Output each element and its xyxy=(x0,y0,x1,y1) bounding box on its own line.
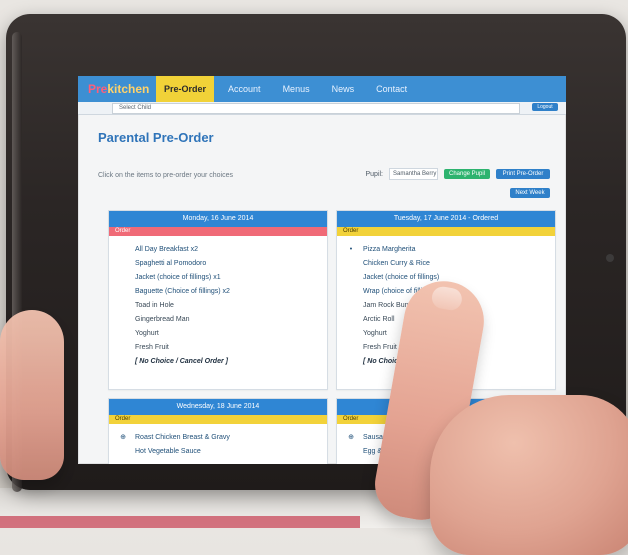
camera-dot xyxy=(606,254,614,262)
menu-items: ⊕ Roast Chicken Breast & Gravy Hot Vegeta… xyxy=(109,424,327,458)
change-pupil-button[interactable]: Change Pupil xyxy=(444,169,490,179)
page-title: Parental Pre-Order xyxy=(98,130,214,145)
day-card-monday: Monday, 16 June 2014 Order All Day Break… xyxy=(108,210,328,390)
menu-items: All Day Breakfast x2 Spaghetti al Pomodo… xyxy=(109,236,327,368)
nav-preorder[interactable]: Pre-Order xyxy=(156,76,215,102)
cancel-order-item[interactable]: [ No Choice / Cancel Order ] xyxy=(109,354,327,368)
menu-item-label: All Day Breakfast x2 xyxy=(135,245,199,253)
brand: Prekitchen xyxy=(88,82,149,96)
order-strip: Order xyxy=(337,227,555,236)
menu-item-label: Roast Chicken Breast & Gravy xyxy=(135,433,230,441)
menu-item-label: Pizza Margherita xyxy=(363,245,416,253)
menu-item[interactable]: Chicken Curry & Rice xyxy=(337,256,555,270)
fingernail xyxy=(430,284,464,312)
brand-main: kitchen xyxy=(107,82,150,96)
check-icon: • xyxy=(349,245,353,253)
brand-prefix: Pre xyxy=(88,82,108,96)
menu-item[interactable]: Gingerbread Man xyxy=(109,312,327,326)
menu-item[interactable]: Baguette (Choice of fillings) x2 xyxy=(109,284,327,298)
day-header: Wednesday, 18 June 2014 xyxy=(109,399,327,415)
menu-item-label: Gingerbread Man xyxy=(135,315,190,323)
top-navigation: Prekitchen Pre-Order Account Menus News … xyxy=(78,76,566,102)
left-thumb xyxy=(0,310,64,480)
nav-account[interactable]: Account xyxy=(220,76,269,102)
menu-item-label: Yoghurt xyxy=(363,329,387,337)
menu-item-label: Fresh Fruit xyxy=(135,343,169,351)
menu-item-label: Hot Vegetable Sauce xyxy=(135,447,201,455)
background-red-stripe xyxy=(0,516,360,528)
menu-item-label: Arctic Roll xyxy=(363,315,395,323)
page-description: Click on the items to pre-order your cho… xyxy=(98,172,233,179)
menu-item-label: Jacket (choice of fillings) xyxy=(363,273,440,281)
right-hand xyxy=(430,395,628,555)
menu-item-label: Fresh Fruit xyxy=(363,343,397,351)
menu-item-label: Jacket (choice of fillings) x1 xyxy=(135,273,221,281)
nav-news[interactable]: News xyxy=(324,76,363,102)
menu-item[interactable]: All Day Breakfast x2 xyxy=(109,242,327,256)
nav-menus[interactable]: Menus xyxy=(275,76,318,102)
menu-item[interactable]: Spaghetti al Pomodoro xyxy=(109,256,327,270)
next-week-button[interactable]: Next Week xyxy=(510,188,550,198)
day-card-wednesday: Wednesday, 18 June 2014 Order ⊕ Roast Chi… xyxy=(108,398,328,464)
nav-contact[interactable]: Contact xyxy=(368,76,415,102)
menu-item-label: Jam Rock Bun xyxy=(363,301,409,309)
print-preorder-button[interactable]: Print Pre-Order xyxy=(496,169,550,179)
menu-item-label: Toad in Hole xyxy=(135,301,174,309)
pupil-controls: Pupil: Samantha Berry Change Pupil Print… xyxy=(365,168,550,180)
menu-item[interactable]: ⊕ Roast Chicken Breast & Gravy xyxy=(109,430,327,444)
check-icon: ⊕ xyxy=(120,434,126,441)
subbar: Select Child Logout xyxy=(78,102,566,115)
check-icon: ⊕ xyxy=(348,434,354,441)
pupil-select[interactable]: Samantha Berry xyxy=(389,168,438,180)
order-strip: Order xyxy=(109,227,327,236)
menu-item-label: Baguette (Choice of fillings) x2 xyxy=(135,287,230,295)
menu-item[interactable]: Jacket (choice of fillings) x1 xyxy=(109,270,327,284)
menu-item[interactable]: • Pizza Margherita xyxy=(337,242,555,256)
order-strip: Order xyxy=(109,415,327,424)
menu-item-label: Yoghurt xyxy=(135,329,159,337)
menu-item-label: Chicken Curry & Rice xyxy=(363,259,430,267)
day-header: Monday, 16 June 2014 xyxy=(109,211,327,227)
menu-item-label: Spaghetti al Pomodoro xyxy=(135,259,207,267)
pupil-label: Pupil: xyxy=(365,170,383,178)
logout-button[interactable]: Logout xyxy=(532,103,558,111)
menu-item[interactable]: Yoghurt xyxy=(109,326,327,340)
menu-item[interactable]: Hot Vegetable Sauce xyxy=(109,444,327,458)
menu-item[interactable]: Fresh Fruit xyxy=(109,340,327,354)
nav-items: Pre-Order Account Menus News Contact xyxy=(156,76,415,102)
school-select[interactable]: Select Child xyxy=(112,103,520,114)
menu-item[interactable]: Toad in Hole xyxy=(109,298,327,312)
day-header: Tuesday, 17 June 2014 - Ordered xyxy=(337,211,555,227)
menu-item-label: [ No Choice / Cancel Order ] xyxy=(135,357,228,365)
